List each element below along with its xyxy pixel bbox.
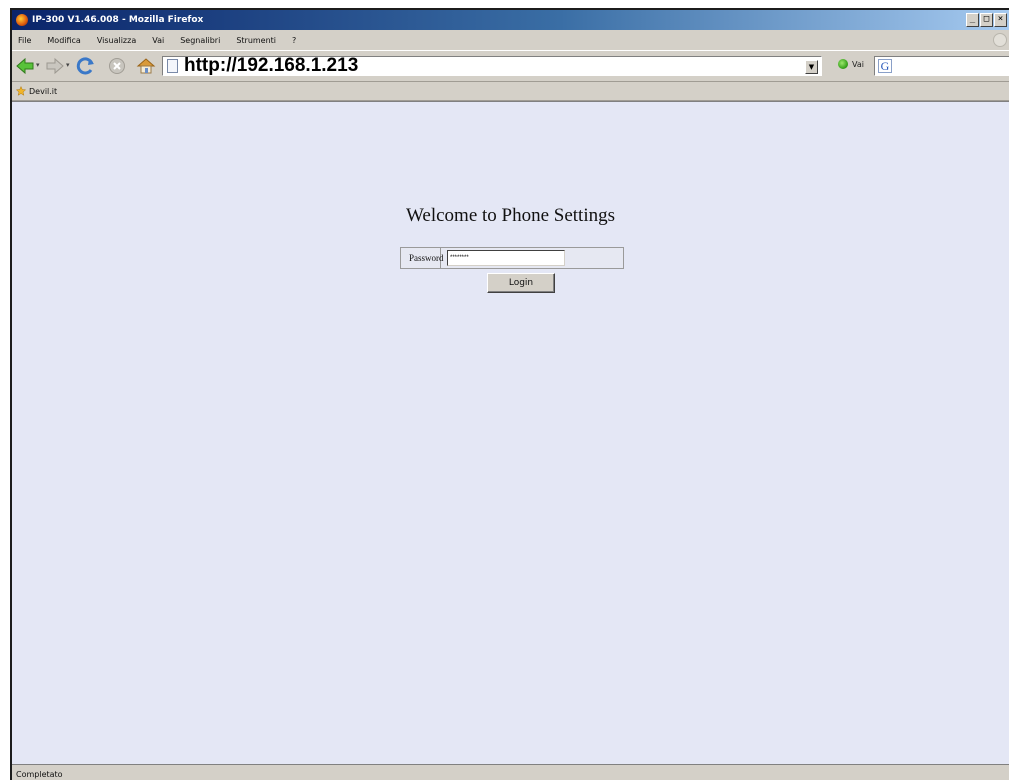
menu-bar: File Modifica Visualizza Vai Segnalibri … [12,31,1009,49]
go-icon [838,59,848,69]
title-bar: IP-300 V1.46.008 - Mozilla Firefox _ □ × [12,10,1009,30]
url-bar[interactable]: http://192.168.1.213 ▼ [162,55,822,77]
page-content: Welcome to Phone Settings Password *****… [12,101,1009,765]
window-controls: _ □ × [966,13,1007,27]
browser-window: IP-300 V1.46.008 - Mozilla Firefox _ □ ×… [10,8,1009,780]
navigation-toolbar: ▾ ▾ http://192.168.1.213 ▼ Vai G [12,50,1009,82]
password-label: Password [401,248,444,268]
home-icon[interactable] [136,56,156,76]
bookmark-devil-it[interactable]: Devil.it [29,87,57,96]
close-button[interactable]: × [994,13,1007,27]
menu-segnalibri[interactable]: Segnalibri [180,36,220,45]
throbber-icon [993,33,1007,47]
menu-strumenti[interactable]: Strumenti [236,36,276,45]
menu-help[interactable]: ? [292,36,296,45]
menu-visualizza[interactable]: Visualizza [97,36,136,45]
reload-icon[interactable] [76,56,96,76]
menu-file[interactable]: File [18,36,31,45]
bookmark-star-icon [16,86,26,96]
back-dropdown-icon[interactable]: ▾ [36,61,44,69]
password-field[interactable]: ******** [447,250,565,266]
go-label: Vai [852,59,864,69]
login-form: Password ******** [400,247,624,269]
search-box[interactable]: G [874,56,1009,76]
login-button[interactable]: Login [487,273,555,293]
menu-vai[interactable]: Vai [152,36,164,45]
menu-modifica[interactable]: Modifica [47,36,80,45]
back-icon[interactable] [16,57,34,75]
google-icon[interactable]: G [878,59,892,73]
forward-dropdown-icon[interactable]: ▾ [66,61,74,69]
maximize-button[interactable]: □ [980,13,993,27]
status-text: Completato [16,769,63,779]
stop-icon[interactable] [108,57,126,75]
url-history-dropdown-icon[interactable]: ▼ [805,60,818,74]
go-button[interactable]: Vai [838,59,864,69]
window-title: IP-300 V1.46.008 - Mozilla Firefox [32,15,204,25]
bookmarks-toolbar: Devil.it [12,82,1009,101]
page-icon [167,59,178,73]
firefox-icon [16,14,28,26]
page-title: Welcome to Phone Settings [405,205,616,226]
url-text[interactable]: http://192.168.1.213 [184,55,358,77]
forward-icon[interactable] [46,57,64,75]
minimize-button[interactable]: _ [966,13,979,27]
status-bar: Completato [12,764,1009,780]
